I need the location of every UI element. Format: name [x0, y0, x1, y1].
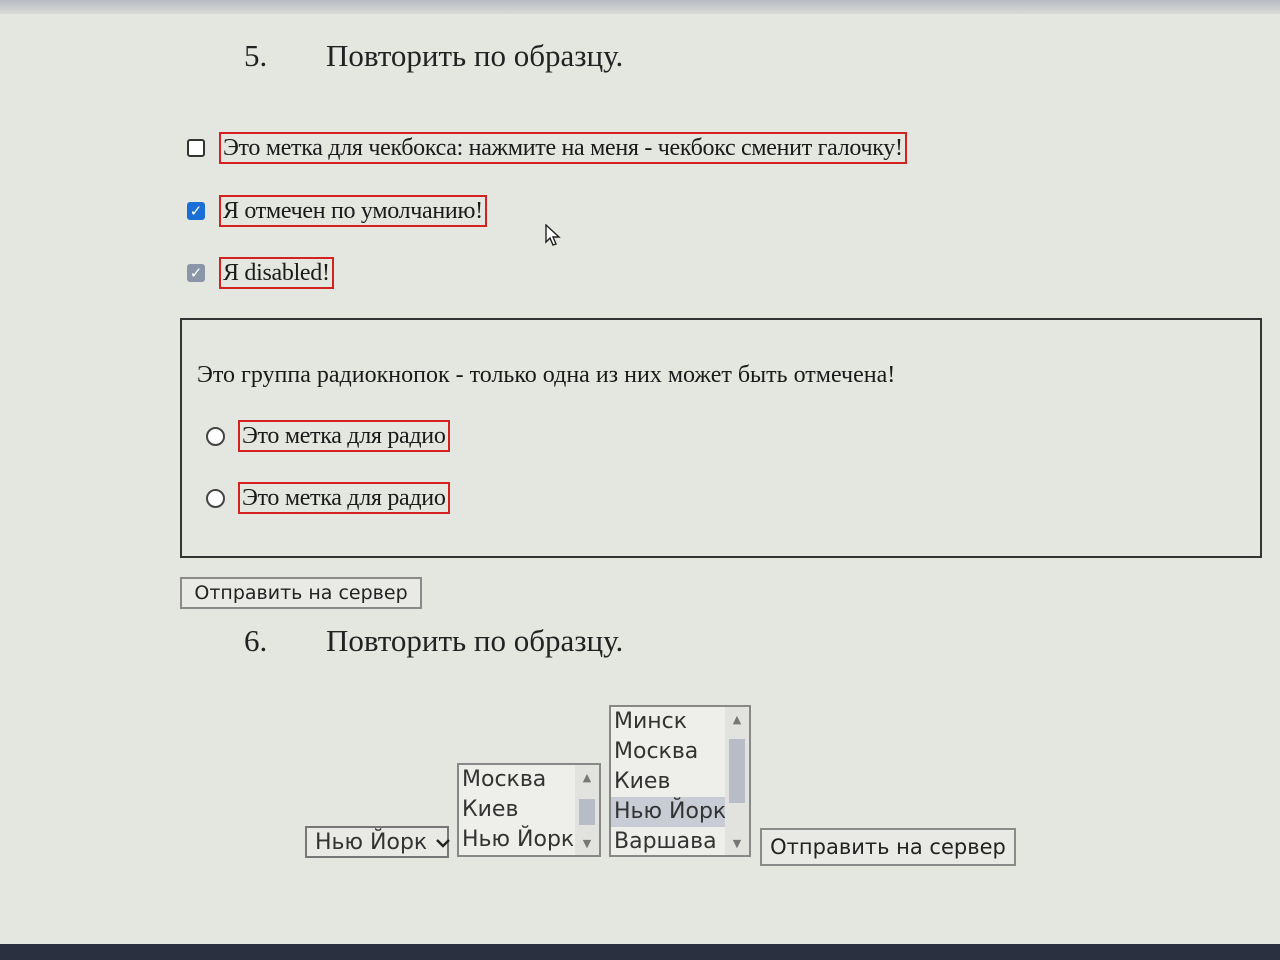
listbox-option[interactable]: Минск: [611, 707, 725, 737]
radio-2-label[interactable]: Это метка для радио: [238, 482, 450, 514]
scroll-up-arrow-icon[interactable]: ▲: [725, 709, 749, 729]
scrollbar-thumb[interactable]: [579, 799, 595, 825]
section-6-number: 6.: [244, 623, 268, 658]
radio-row-1[interactable]: Это метка для радио: [206, 420, 450, 452]
listbox-option[interactable]: Нью Йорк: [459, 825, 575, 855]
city-listbox-large[interactable]: Минск Москва Киев Нью Йорк Варшава ▲ ▼: [609, 705, 751, 857]
chevron-down-icon: [435, 832, 451, 853]
radio-row-2[interactable]: Это метка для радио: [206, 482, 450, 514]
city-listbox-small[interactable]: Москва Киев Нью Йорк ▲ ▼: [457, 763, 601, 857]
radio-1-label[interactable]: Это метка для радио: [238, 420, 450, 452]
checkbox-row-2[interactable]: ✓ Я отмечен по умолчанию!: [187, 195, 487, 227]
section-5-title: Повторить по образцу.: [326, 38, 624, 73]
section-5-heading: 5. Повторить по образцу.: [244, 38, 623, 74]
scroll-down-arrow-icon[interactable]: ▼: [725, 833, 749, 853]
city-select-value: Нью Йорк: [315, 829, 428, 855]
listbox-option-selected[interactable]: Нью Йорк: [611, 797, 726, 827]
listbox-scrollbar[interactable]: ▲ ▼: [725, 707, 749, 855]
checkbox-3-disabled: ✓: [187, 264, 205, 282]
scroll-up-arrow-icon[interactable]: ▲: [575, 767, 599, 787]
listbox-option[interactable]: Москва: [611, 737, 725, 767]
radio-button-1[interactable]: [206, 426, 225, 446]
checkmark-icon: ✓: [189, 263, 203, 282]
radio-button-2[interactable]: [206, 488, 225, 508]
scrollbar-thumb[interactable]: [729, 739, 745, 803]
section-6-title: Повторить по образцу.: [326, 623, 624, 658]
checkbox-row-1[interactable]: Это метка для чекбокса: нажмите на меня …: [187, 132, 907, 164]
screen-bottom-edge: [0, 944, 1280, 960]
listbox-scrollbar[interactable]: ▲ ▼: [575, 765, 599, 855]
city-select[interactable]: Нью Йорк: [305, 826, 451, 858]
listbox-option[interactable]: Варшава: [611, 827, 725, 857]
checkbox-1-label[interactable]: Это метка для чекбокса: нажмите на меня …: [219, 132, 907, 164]
section-5-number: 5.: [244, 38, 268, 73]
submit-button-1[interactable]: Отправить на сервер: [180, 577, 422, 609]
checkbox-1[interactable]: [187, 139, 205, 157]
checkbox-row-3: ✓ Я disabled!: [187, 257, 334, 289]
section-6-heading: 6. Повторить по образцу.: [244, 623, 623, 659]
listbox-option[interactable]: Москва: [459, 765, 575, 795]
radio-group-caption: Это группа радиокнопок - только одна из …: [197, 362, 896, 388]
checkbox-2[interactable]: ✓: [187, 202, 205, 220]
listbox-option[interactable]: Киев: [459, 795, 575, 825]
scroll-down-arrow-icon[interactable]: ▼: [575, 833, 599, 853]
checkbox-3-label: Я disabled!: [219, 257, 334, 289]
checkbox-2-label[interactable]: Я отмечен по умолчанию!: [219, 195, 487, 227]
listbox-option[interactable]: Киев: [611, 767, 725, 797]
screen-top-edge: [0, 0, 1280, 14]
mouse-pointer-icon: [545, 224, 561, 246]
submit-button-2[interactable]: Отправить на сервер: [760, 828, 1016, 866]
checkmark-icon: ✓: [189, 201, 203, 220]
